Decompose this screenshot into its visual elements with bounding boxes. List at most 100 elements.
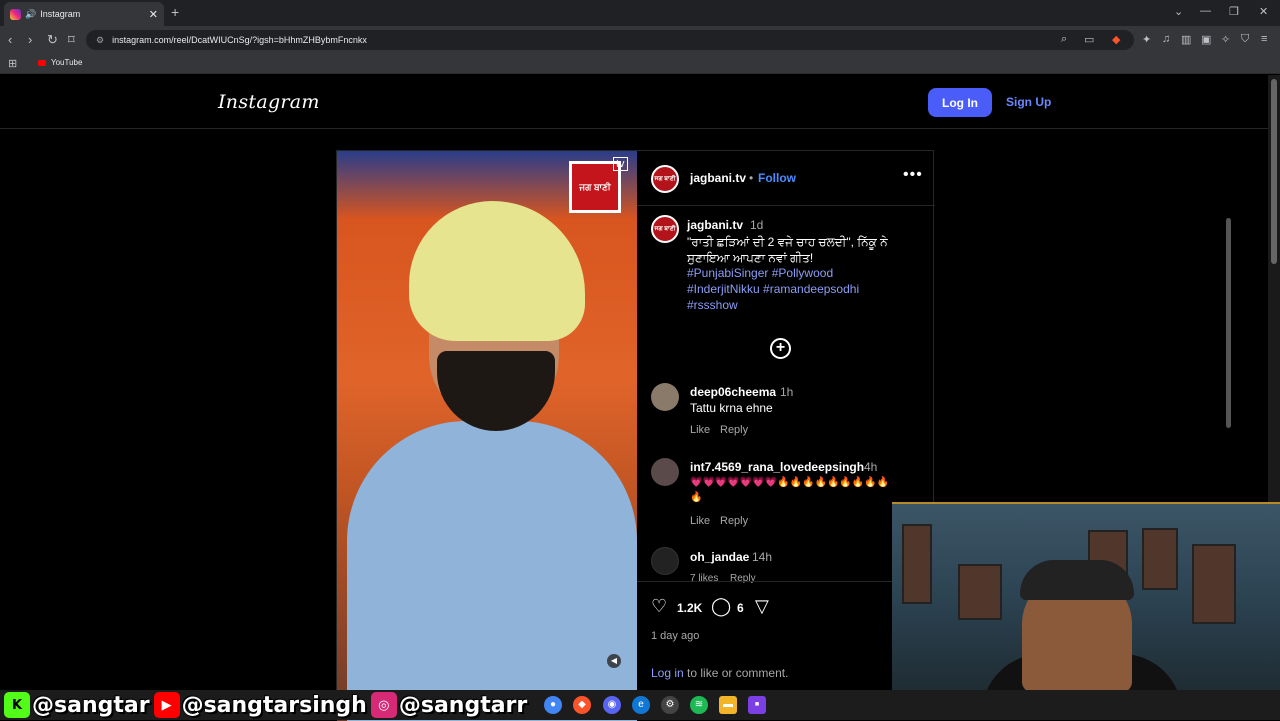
login-prompt: Log in to like or comment.: [651, 666, 788, 680]
minimize-icon[interactable]: —: [1200, 5, 1211, 17]
comment-reply-button[interactable]: Reply: [720, 424, 748, 436]
leo-ai-icon[interactable]: ✧: [1221, 33, 1230, 46]
instagram-favicon-icon: [10, 8, 21, 20]
url-text: instagram.com/reel/DcatWIUCnSg/?igsh=bHh…: [112, 35, 367, 45]
hashtag-link[interactable]: #Pollywood: [772, 266, 833, 280]
address-toolbar: ‹ › ↻ ⌑ ⚙ instagram.com/reel/DcatWIUCnSg…: [0, 26, 1280, 54]
comment-reply-button[interactable]: Reply: [720, 515, 748, 527]
post-sidebar: ਜਗ ਬਾਣੀ jagbani.tv • Follow ••• ਜਗ ਬਾਣੀ …: [637, 151, 1231, 721]
tv-badge: tv: [613, 157, 628, 171]
settings-icon[interactable]: ⚙: [661, 696, 679, 714]
reel-post: ਜਗ ਬਾਣੀ tv ◀ ਜਗ ਬਾਣੀ jagbani.tv • Follow…: [336, 150, 1231, 721]
hashtag-link[interactable]: #rssshow: [687, 298, 738, 312]
tab-title: Instagram: [40, 9, 81, 19]
site-info-icon[interactable]: ⚙: [96, 35, 104, 46]
cast-icon[interactable]: ▭: [1084, 33, 1094, 46]
page-scrollbar-thumb[interactable]: [1271, 79, 1277, 264]
comment-like-button[interactable]: Like: [690, 424, 710, 436]
avatar[interactable]: ਜਗ ਬਾਣੀ: [651, 165, 679, 193]
caption-username[interactable]: jagbani.tv: [687, 218, 743, 232]
wall-poster: [1142, 528, 1178, 590]
wallet-icon[interactable]: ▣: [1201, 33, 1211, 46]
more-options-icon[interactable]: •••: [903, 166, 923, 184]
comment-avatar[interactable]: [651, 383, 679, 411]
volume-icon[interactable]: ◀: [607, 654, 621, 668]
caption-time: 1d: [750, 218, 764, 232]
bookmark-youtube[interactable]: YouTube: [38, 58, 82, 67]
comment-text: 💗💗💗💗💗💗💗🔥🔥🔥🔥🔥🔥🔥🔥🔥🔥: [690, 477, 890, 503]
comment-username[interactable]: oh_jandae: [690, 550, 749, 564]
extensions-icon[interactable]: ✦: [1142, 33, 1151, 46]
comment-icon[interactable]: ◯: [711, 596, 731, 617]
login-prompt-link[interactable]: Log in: [651, 666, 684, 680]
zoom-icon[interactable]: ⌕: [1061, 33, 1067, 46]
instagram-logo-icon: ◎: [370, 692, 397, 718]
login-prompt-text: to like or comment.: [683, 666, 789, 680]
social-handles: K @sangtar ▶ @sangtarsingh ◎ @sangtarr: [4, 692, 531, 718]
comment-time: 1h: [780, 385, 794, 399]
forward-icon[interactable]: ›: [28, 32, 32, 47]
comment-username[interactable]: deep06cheema: [690, 385, 776, 399]
vpn-icon[interactable]: ⛉: [1241, 33, 1249, 46]
sidebar-icon[interactable]: ▥: [1181, 33, 1191, 46]
brave-shield-icon[interactable]: ◆: [1112, 33, 1120, 46]
post-date: 1 day ago: [651, 630, 700, 642]
kick-icon: K: [4, 692, 30, 718]
reel-video[interactable]: ਜਗ ਬਾਣੀ tv ◀: [337, 151, 637, 721]
login-button[interactable]: Log In: [928, 88, 992, 117]
heart-icon[interactable]: ♡: [651, 596, 667, 617]
back-icon[interactable]: ‹: [8, 32, 12, 47]
wall-poster: [1192, 544, 1236, 624]
load-more-comments-icon[interactable]: +: [770, 338, 791, 359]
follow-button[interactable]: Follow: [758, 171, 796, 185]
spotify-icon[interactable]: ≋: [690, 696, 708, 714]
new-tab-button[interactable]: +: [171, 4, 179, 20]
comments-scrollbar-thumb[interactable]: [1226, 218, 1231, 428]
post-username[interactable]: jagbani.tv: [690, 171, 746, 185]
chrome-icon[interactable]: ●: [544, 696, 562, 714]
separator-dot: •: [749, 171, 754, 185]
comment-time: 4h: [864, 460, 878, 474]
comment-time: 14h: [752, 550, 773, 564]
edge-icon[interactable]: e: [632, 696, 650, 714]
comment-like-button[interactable]: Like: [690, 515, 710, 527]
video-beard: [437, 351, 555, 431]
discord-icon[interactable]: ◉: [603, 696, 621, 714]
brave-icon[interactable]: ◆: [573, 696, 591, 714]
comment-avatar[interactable]: [651, 458, 679, 486]
hashtag-link[interactable]: #ramandeepsodhi: [763, 282, 859, 296]
signup-link[interactable]: Sign Up: [1006, 95, 1051, 109]
apps-grid-icon[interactable]: ⊞: [8, 57, 17, 70]
bookmarks-bar: ⊞ YouTube: [0, 54, 1280, 74]
url-bar[interactable]: ⚙ instagram.com/reel/DcatWIUCnSg/?igsh=b…: [86, 30, 1134, 50]
share-icon[interactable]: ▽: [755, 596, 769, 617]
hashtag-link[interactable]: #InderjitNikku: [687, 282, 760, 296]
speaker-icon[interactable]: 🔊: [25, 9, 36, 20]
window-close-icon[interactable]: ✕: [1259, 5, 1268, 18]
instagram-handle: @sangtarr: [398, 692, 528, 718]
browser-tabbar: 🔊 Instagram ✕ + ⌄ — ❐ ✕: [0, 0, 1280, 26]
wall-poster: [958, 564, 1002, 620]
menu-icon[interactable]: ≡: [1261, 33, 1267, 45]
video-turban: [409, 201, 585, 341]
comment-username[interactable]: int7.4569_rana_lovedeepsingh: [690, 460, 864, 474]
hashtag-link[interactable]: #PunjabiSinger: [687, 266, 768, 280]
comment-avatar[interactable]: [651, 547, 679, 575]
file-explorer-icon[interactable]: ▬: [719, 696, 737, 714]
video-shirt: [347, 421, 637, 721]
youtube-logo-icon: ▶: [153, 692, 180, 718]
youtube-handle: @sangtarsingh: [181, 692, 367, 718]
obs-app-icon[interactable]: ■: [748, 696, 766, 714]
likes-count: 1.2K: [677, 601, 703, 615]
reload-icon[interactable]: ↻: [47, 32, 58, 48]
caption-text: "ਰਾਤੀ ਛੜਿਆਂ ਦੀ 2 ਵਜੇ ਚਾਹ ਚਲਦੀ", ਨਿੱਕੂ ਨੇ…: [687, 235, 888, 265]
instagram-logo[interactable]: Instagram: [218, 91, 320, 113]
media-icon[interactable]: ♫: [1162, 33, 1170, 45]
tab-close-icon[interactable]: ✕: [149, 8, 158, 21]
bookmark-icon[interactable]: ⌑: [68, 32, 75, 48]
maximize-icon[interactable]: ❐: [1229, 5, 1239, 18]
taskbar: K @sangtar ▶ @sangtarsingh ◎ @sangtarr ●…: [0, 690, 1280, 720]
tab-search-icon[interactable]: ⌄: [1174, 5, 1183, 18]
browser-tab-instagram[interactable]: 🔊 Instagram ✕: [4, 2, 164, 26]
caption-avatar[interactable]: ਜਗ ਬਾਣੀ: [651, 215, 679, 243]
